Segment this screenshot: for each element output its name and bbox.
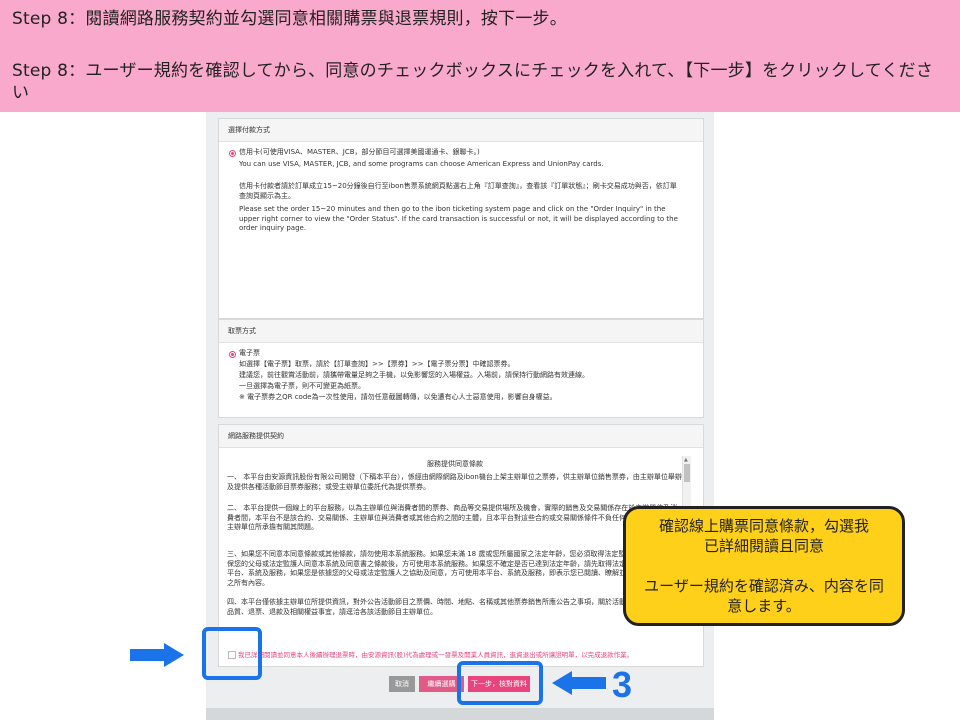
- page-bottom-edge: [206, 708, 714, 720]
- e-ticket-label: 電子票: [239, 349, 260, 357]
- contract-doc-title: 服務提供同意條款: [427, 460, 483, 468]
- next-button-highlight-box: [457, 661, 543, 705]
- pickup-line-4: ※ 電子票券之QR code為一次性使用，請勿任意截圖轉傳，以免遭有心人士惡意使…: [239, 393, 557, 401]
- pickup-line-1: 如選擇【電子票】取票，請於【訂單查詢】>>【票券】>>【電子票分票】中確認票券。: [239, 360, 515, 368]
- payment-note-en: You can use VISA, MASTER, JCB, and some …: [239, 160, 604, 168]
- contract-para-1: 一、 本平台由安源資訊股份有限公司開發（下稱本平台），係經由網際網路及ibon機…: [227, 473, 682, 491]
- instruction-callout: 確認線上購票同意條款，勾選我已詳細閱讀且同意 ユーザー規約を確認済み、内容を同意…: [623, 506, 905, 626]
- scroll-up-icon[interactable]: ▲: [684, 457, 688, 463]
- callout-text-zh: 確認線上購票同意條款，勾選我已詳細閱讀且同意: [658, 517, 869, 555]
- contract-para-3: 三、如果您不同意本同意條款或其他條款，請勿使用本系統服務。如果您未滿 18 歲或…: [227, 550, 682, 587]
- scrollbar-thumb[interactable]: [684, 464, 690, 482]
- credit-card-label: 信用卡(可使用VISA、MASTER、JCB，部分節目可選擇美國運通卡、銀聯卡。…: [239, 148, 480, 156]
- ticket-pickup-card: 取票方式 電子票 如選擇【電子票】取票，請於【訂單查詢】>>【票券】>>【電子票…: [218, 319, 704, 418]
- instruction-banner: Step 8：閱讀網路服務契約並勾選同意相關購票與退票規則，按下一步。 Step…: [0, 0, 960, 112]
- contract-para-2: 二、 本平台提供一個線上的平台服務，以為主辦單位與消費者間的票券、商品等交易提供…: [227, 504, 682, 531]
- checkout-page: 選擇付款方式 信用卡(可使用VISA、MASTER、JCB，部分節目可選擇美國運…: [206, 112, 714, 720]
- checkbox-highlight-box: [202, 627, 262, 680]
- payment-method-card: 選擇付款方式 信用卡(可使用VISA、MASTER、JCB，部分節目可選擇美國運…: [218, 118, 704, 319]
- cancel-button[interactable]: 取消: [389, 676, 415, 692]
- service-contract-header: 網路服務提供契約: [219, 425, 703, 448]
- callout-text-ja: ユーザー規約を確認済み、内容を同意します。: [644, 577, 884, 615]
- payment-note-en2: Please set the order 15~20 minutes and t…: [239, 205, 678, 232]
- ticket-pickup-header: 取票方式: [219, 320, 703, 343]
- arrow-right-icon: [130, 643, 184, 667]
- arrow-left-icon: [552, 671, 606, 695]
- pickup-line-3: 一旦選擇為電子票，則不可變更為紙票。: [239, 382, 365, 390]
- step-number-label: 3: [612, 664, 633, 705]
- payment-method-header: 選擇付款方式: [219, 119, 703, 142]
- instruction-text-ja: Step 8：ユーザー規約を確認してから、同意のチェックボックスにチェックを入れ…: [12, 61, 934, 103]
- contract-scroll-area[interactable]: 服務提供同意條款 一、 本平台由安源資訊股份有限公司開發（下稱本平台），係經由網…: [227, 456, 691, 626]
- agree-label[interactable]: 我已詳細閱讀並同意本人後續辦理退票時，由安源資訊(股)代為處理或一發票及開業人員…: [238, 649, 633, 659]
- payment-note-zh: 信用卡付款者請於訂單成立15~20分鐘後自行至ibon售票系統網頁點選右上角『訂…: [239, 182, 677, 200]
- e-ticket-radio[interactable]: [229, 351, 236, 358]
- instruction-text-zh: Step 8：閱讀網路服務契約並勾選同意相關購票與退票規則，按下一步。: [12, 9, 567, 29]
- pickup-line-2: 建議您，前往觀賞活動前，請攜帶電量足夠之手機，以免影響您的入場權益。入場前，請保…: [239, 371, 589, 379]
- credit-card-radio[interactable]: [229, 150, 236, 157]
- contract-para-4: 四、本平台僅依據主辦單位所提供資訊，對外公告活動節目之票價、時間、地點、名稱或其…: [227, 598, 682, 616]
